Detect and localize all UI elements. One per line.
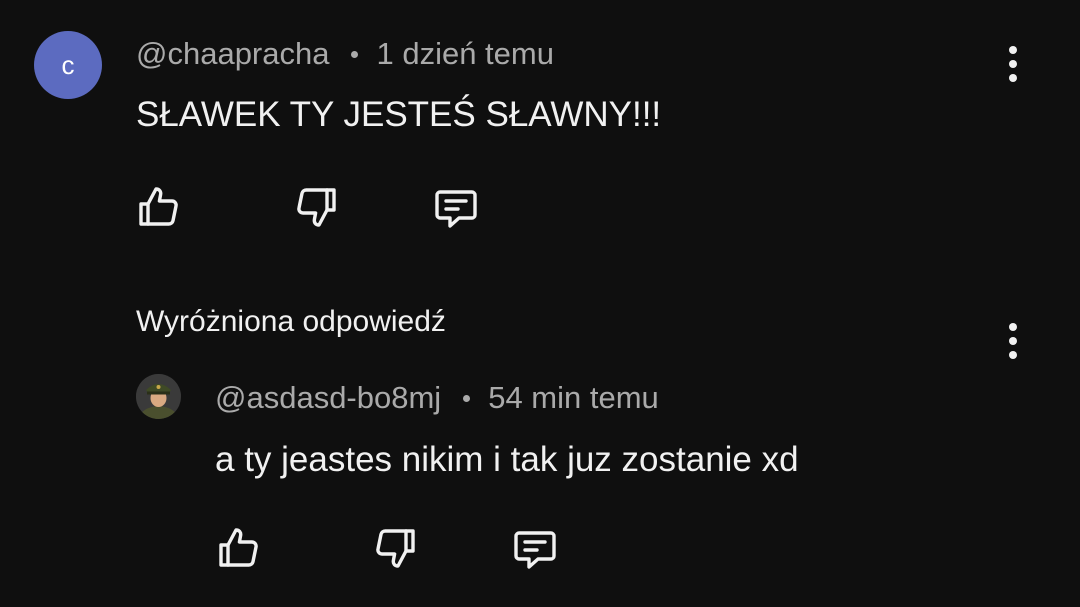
thumbs-up-icon <box>219 528 258 567</box>
reply-more-button[interactable] <box>998 317 1028 365</box>
separator-dot <box>463 394 471 402</box>
reply-avatar[interactable] <box>136 374 181 419</box>
avatar-letter: c <box>61 49 75 80</box>
comment-text: SŁAWEK TY JESTEŚ SŁAWNY!!! <box>136 95 662 134</box>
avatar[interactable]: c <box>34 31 102 99</box>
comment-icon <box>435 190 477 228</box>
more-vertical-icon <box>1009 323 1017 331</box>
more-vertical-icon <box>1009 46 1017 54</box>
user-photo-icon <box>136 374 181 419</box>
thumbs-down-icon <box>376 529 415 568</box>
comment-icon <box>514 531 556 569</box>
reply-like-button[interactable] <box>214 524 262 572</box>
like-button[interactable] <box>134 183 182 231</box>
comment-meta: @chaapracha 1 dzień temu <box>136 36 554 72</box>
comment-time: 1 dzień temu <box>376 36 554 71</box>
comment-author[interactable]: @chaapracha <box>136 36 329 72</box>
separator-dot <box>351 50 359 58</box>
thumbs-down-icon <box>297 188 336 227</box>
comment-more-button[interactable] <box>998 40 1028 88</box>
reply-reply-button[interactable] <box>511 524 559 572</box>
thumbs-up-icon <box>139 187 178 226</box>
reply-dislike-button[interactable] <box>372 524 420 572</box>
reply-meta: @asdasd-bo8mj 54 min temu <box>215 380 659 416</box>
reply-time: 54 min temu <box>488 380 659 415</box>
highlighted-reply-label: Wyróżniona odpowiedź <box>136 305 446 338</box>
dislike-button[interactable] <box>293 183 341 231</box>
reply-author[interactable]: @asdasd-bo8mj <box>215 380 441 416</box>
reply-text: a ty jeastes nikim i tak juz zostanie xd <box>215 440 799 479</box>
reply-button[interactable] <box>432 183 480 231</box>
